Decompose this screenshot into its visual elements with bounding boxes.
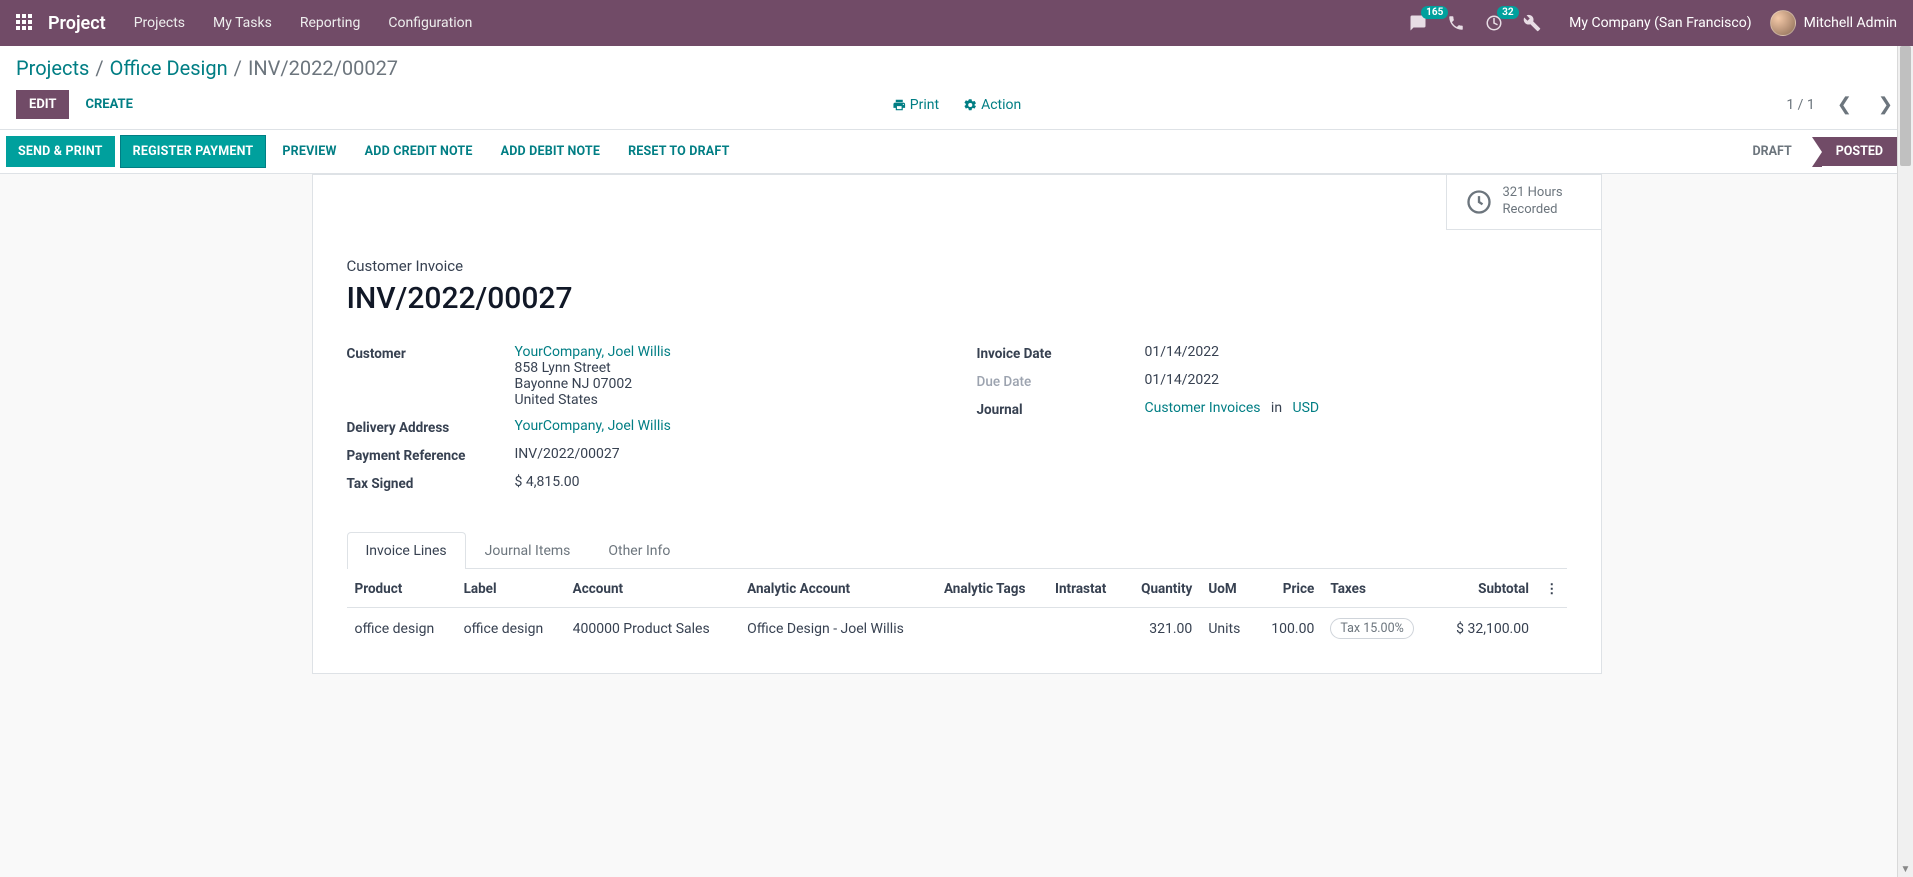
status-draft[interactable]: Draft [1738,137,1805,166]
tax-signed-value: $ 4,815.00 [515,474,937,492]
nav-my-tasks[interactable]: My Tasks [213,15,272,31]
cell-taxes: Tax 15.00% [1322,608,1435,650]
navbar: Project Projects My Tasks Reporting Conf… [0,0,1913,46]
tab-other-info[interactable]: Other Info [589,532,689,569]
clock-icon [1465,188,1493,216]
delivery-address-link[interactable]: YourCompany, Joel Willis [515,418,671,434]
nav-configuration[interactable]: Configuration [388,15,472,31]
th-product[interactable]: Product [347,569,456,608]
hours-recorded-button[interactable]: 321 Hours Recorded [1446,175,1601,230]
label-customer: Customer [347,344,515,408]
cell-quantity: 321.00 [1124,608,1201,650]
pager-prev[interactable]: ❮ [1833,94,1856,115]
pager-text: 1 / 1 [1786,97,1814,113]
th-account[interactable]: Account [565,569,739,608]
cell-uom: Units [1200,608,1255,650]
customer-address-3: United States [515,392,937,408]
create-button[interactable]: Create [85,97,132,112]
cell-product: office design [347,608,456,650]
label-journal: Journal [977,400,1145,418]
tab-invoice-lines[interactable]: Invoice Lines [347,532,466,569]
breadcrumb-current: INV/2022/00027 [248,56,398,80]
doc-type: Customer Invoice [347,257,1567,275]
preview-button[interactable]: Preview [271,137,347,166]
breadcrumb-office-design[interactable]: Office Design [110,56,228,80]
print-icon [892,98,906,112]
th-uom[interactable]: UoM [1200,569,1255,608]
stat-line2: Recorded [1503,202,1563,219]
th-quantity[interactable]: Quantity [1124,569,1201,608]
label-delivery-address: Delivery Address [347,418,515,436]
scrollbar[interactable]: ▲ ▼ [1897,46,1913,877]
apps-icon[interactable] [16,14,34,32]
cell-analytic-tags [936,608,1047,650]
th-analytic-tags[interactable]: Analytic Tags [936,569,1047,608]
breadcrumb: Projects / Office Design / INV/2022/0002… [16,56,1897,80]
cell-intrastat [1047,608,1124,650]
scrollbar-down-icon[interactable]: ▼ [1898,861,1913,877]
company-selector[interactable]: My Company (San Francisco) [1569,15,1751,31]
tabs: Invoice Lines Journal Items Other Info [347,532,1567,569]
customer-link[interactable]: YourCompany, Joel Willis [515,344,671,360]
add-debit-note-button[interactable]: Add Debit Note [490,137,612,166]
activities-icon[interactable]: 32 [1485,14,1503,32]
gear-icon [963,98,977,112]
customer-address-2: Bayonne NJ 07002 [515,376,937,392]
edit-button[interactable]: Edit [16,90,69,119]
control-panel: Projects / Office Design / INV/2022/0002… [0,46,1913,130]
reset-to-draft-button[interactable]: Reset to Draft [617,137,740,166]
label-payment-reference: Payment Reference [347,446,515,464]
th-price[interactable]: Price [1255,569,1322,608]
cell-analytic-account: Office Design - Joel Willis [739,608,936,650]
customer-address-1: 858 Lynn Street [515,360,937,376]
messages-icon[interactable]: 165 [1409,14,1427,32]
nav-reporting[interactable]: Reporting [300,15,361,31]
cell-account: 400000 Product Sales [565,608,739,650]
pager-next[interactable]: ❯ [1874,94,1897,115]
register-payment-button[interactable]: Register Payment [121,136,266,167]
activities-badge: 32 [1497,6,1518,19]
payment-reference-value: INV/2022/00027 [515,446,937,464]
due-date-value: 01/14/2022 [1145,372,1567,390]
th-subtotal[interactable]: Subtotal [1436,569,1537,608]
journal-link[interactable]: Customer Invoices [1145,400,1261,416]
form-sheet: 321 Hours Recorded Customer Invoice INV/… [312,174,1602,674]
journal-currency[interactable]: USD [1292,400,1319,416]
brand[interactable]: Project [48,13,106,34]
th-options-icon[interactable]: ⋮ [1537,569,1567,608]
th-taxes[interactable]: Taxes [1322,569,1435,608]
statusbar: Send & Print Register Payment Preview Ad… [0,130,1913,174]
debug-icon[interactable] [1523,14,1541,32]
nav-projects[interactable]: Projects [134,15,185,31]
th-intrastat[interactable]: Intrastat [1047,569,1124,608]
breadcrumb-projects[interactable]: Projects [16,56,89,80]
label-invoice-date: Invoice Date [977,344,1145,362]
cell-subtotal: $ 32,100.00 [1436,608,1537,650]
send-print-button[interactable]: Send & Print [6,136,115,167]
th-analytic-account[interactable]: Analytic Account [739,569,936,608]
cell-label: office design [456,608,565,650]
user-name: Mitchell Admin [1804,15,1897,31]
add-credit-note-button[interactable]: Add Credit Note [354,137,484,166]
stat-line1: 321 Hours [1503,185,1563,202]
avatar [1770,10,1796,36]
tab-journal-items[interactable]: Journal Items [466,532,590,569]
invoice-lines-table: Product Label Account Analytic Account A… [347,569,1567,649]
messages-badge: 165 [1421,6,1448,19]
th-label[interactable]: Label [456,569,565,608]
doc-title: INV/2022/00027 [347,281,1567,316]
label-due-date: Due Date [977,372,1145,390]
invoice-date-value: 01/14/2022 [1145,344,1567,362]
phone-icon[interactable] [1447,14,1465,32]
scrollbar-thumb[interactable] [1900,46,1911,166]
action-button[interactable]: Action [963,97,1021,113]
cell-price: 100.00 [1255,608,1322,650]
label-tax-signed: Tax Signed [347,474,515,492]
status-posted[interactable]: Posted [1822,137,1897,166]
table-row[interactable]: office design office design 400000 Produ… [347,608,1567,650]
print-button[interactable]: Print [892,97,939,113]
journal-in: in [1271,400,1282,416]
user-menu[interactable]: Mitchell Admin [1770,10,1897,36]
